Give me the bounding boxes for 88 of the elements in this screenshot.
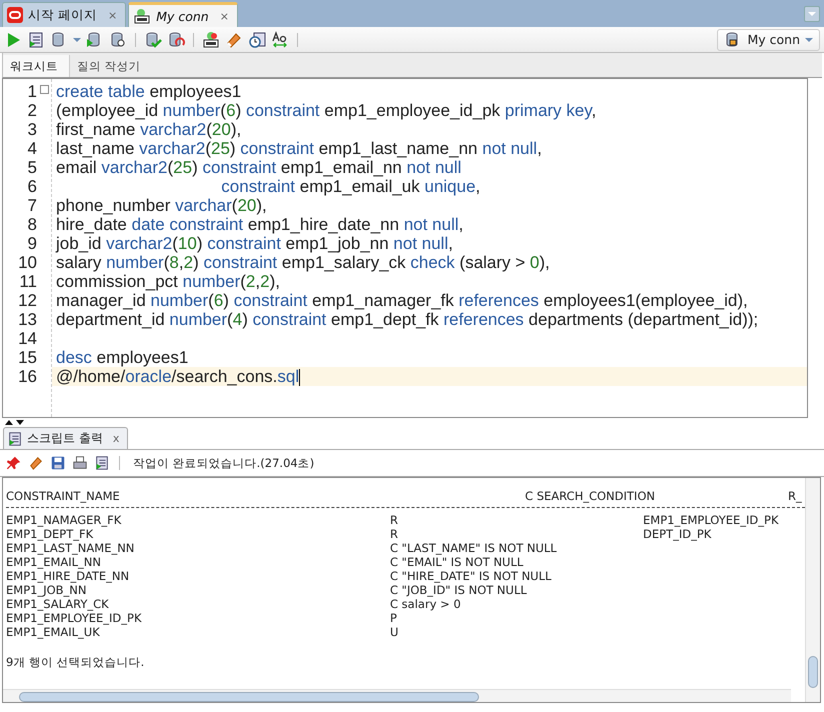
code-line: job_id varchar2(10) constraint emp1_job_nn not null, <box>56 234 453 253</box>
editor-tab[interactable]: 질의 작성기 <box>70 55 148 77</box>
line-number: 6 <box>28 177 37 196</box>
script-icon[interactable] <box>27 30 45 48</box>
eraser-icon[interactable] <box>225 30 243 48</box>
table-cell-text: EMP1_NAMAGER_FK <box>6 513 122 527</box>
script-icon <box>7 430 23 446</box>
logo-icon <box>7 7 23 23</box>
table-cell: C "HIRE_DATE" IS NOT NULL <box>390 569 552 583</box>
collapse-icon[interactable] <box>40 85 49 94</box>
sql-editor[interactable] <box>2 78 808 418</box>
table-cell-text: EMP1_EMAIL_UK <box>6 625 101 639</box>
line-number: 3 <box>28 120 37 139</box>
line-number: 14 <box>18 329 37 348</box>
result-message: 9개 행이 선택되었습니다. <box>6 655 146 670</box>
column-header: R_ <box>788 488 802 505</box>
close-button[interactable]: × <box>108 8 118 22</box>
table-cell: C "EMAIL" IS NOT NULL <box>390 555 524 569</box>
table-cell: U <box>390 625 398 639</box>
code-line: @/home/oracle/search_cons.sql <box>56 367 300 386</box>
editor-tab[interactable]: 워크시트 <box>3 55 70 77</box>
eraser-icon[interactable] <box>28 455 44 471</box>
column-header: CONSTRAINT_NAME <box>6 488 121 505</box>
line-number: 4 <box>28 139 37 158</box>
table-cell-text: EMP1_JOB_NN <box>6 583 88 597</box>
code-line: hire_date date constraint emp1_hire_date_nn not null, <box>56 215 464 234</box>
line-number: 1 <box>28 82 37 101</box>
line-number: 9 <box>28 234 37 253</box>
line-number: 10 <box>18 253 37 272</box>
save-icon[interactable] <box>50 455 66 471</box>
line-number: 7 <box>28 196 37 215</box>
code-line: manager_id number(6) constraint emp1_namager_fk references employees1(employee_id), <box>56 291 748 310</box>
table-cell: DEPT_ID_PK <box>643 527 712 541</box>
line-number: 13 <box>18 310 37 329</box>
line-number: 15 <box>18 348 37 367</box>
table-cell: C salary > 0 <box>390 597 461 611</box>
connection-dropdown[interactable]: My conn <box>717 28 820 50</box>
code-line: salary number(8,2) constraint emp1_salary_ck check (salary > 0), <box>56 253 550 272</box>
table-cell-text: EMP1_HIRE_DATE_NN <box>6 569 130 583</box>
code-line: last_name varchar2(25) constraint emp1_last_name_nn not null, <box>56 139 542 158</box>
line-number: 8 <box>28 215 37 234</box>
line-number: 5 <box>28 158 37 177</box>
code-line: email varchar2(25) constraint emp1_email_nn not null <box>56 158 462 177</box>
table-cell: R <box>390 527 398 541</box>
code-line: create table employees1 <box>56 82 242 101</box>
code-line: phone_number varchar(20), <box>56 196 267 215</box>
status-message: 작업이 완료되었습니다.(27.04초) <box>133 456 314 470</box>
code-line: constraint emp1_email_uk unique, <box>220 177 480 196</box>
clock-icon[interactable] <box>248 30 266 48</box>
horizontal-scrollbar[interactable] <box>3 689 791 702</box>
document-tab[interactable]: My conn × <box>128 2 238 27</box>
caret-icon[interactable] <box>73 38 81 42</box>
line-number: 2 <box>28 101 37 120</box>
pin-icon[interactable] <box>6 455 22 471</box>
commit-icon[interactable] <box>144 30 162 48</box>
code-line: department_id number(4) constraint emp1_dept_fk references departments (department_id)); <box>56 310 758 329</box>
code-line: desc employees1 <box>56 348 188 367</box>
vertical-scrollbar[interactable] <box>805 478 820 702</box>
sql-file-icon <box>133 8 152 24</box>
table-cell-text: EMP1_EMAIL_NN <box>6 555 102 569</box>
table-cell-text: EMP1_SALARY_CK <box>6 597 110 611</box>
script-icon[interactable] <box>94 455 110 471</box>
code-line: commission_pct number(2,2), <box>56 272 280 291</box>
database-search-icon[interactable] <box>109 30 127 48</box>
text-cursor <box>299 369 300 386</box>
code-line: first_name varchar2(20), <box>56 120 242 139</box>
rollback-icon[interactable] <box>167 30 185 48</box>
splitter-arrows-icon[interactable] <box>4 419 26 425</box>
table-cell: P <box>390 611 397 625</box>
table-cell-text: EMP1_EMPLOYEE_ID_PK <box>6 611 143 625</box>
column-header: C SEARCH_CONDITION <box>524 488 656 505</box>
table-cell-text: EMP1_LAST_NAME_NN <box>6 541 136 555</box>
line-number: 12 <box>18 291 37 310</box>
print-icon[interactable] <box>72 455 88 471</box>
line-number: 11 <box>19 272 37 291</box>
sql-icon[interactable] <box>202 30 220 48</box>
table-cell: C "LAST_NAME" IS NOT NULL <box>390 541 557 555</box>
close-button[interactable]: x <box>112 432 120 445</box>
output-tab[interactable]: 스크립트 출력 x <box>3 427 128 449</box>
table-cell: EMP1_EMPLOYEE_ID_PK <box>643 513 779 527</box>
table-cell-text: EMP1_DEPT_FK <box>6 527 94 541</box>
text-case-icon[interactable] <box>271 30 289 48</box>
table-cell: R <box>390 513 398 527</box>
code-line: (employee_id number(6) constraint emp1_employee_id_pk primary key, <box>56 101 596 120</box>
close-button[interactable]: × <box>220 10 229 22</box>
line-number: 16 <box>18 367 37 386</box>
table-cell: C "JOB_ID" IS NOT NULL <box>390 583 527 597</box>
document-tab[interactable]: 시작 페이지 × <box>2 2 126 27</box>
